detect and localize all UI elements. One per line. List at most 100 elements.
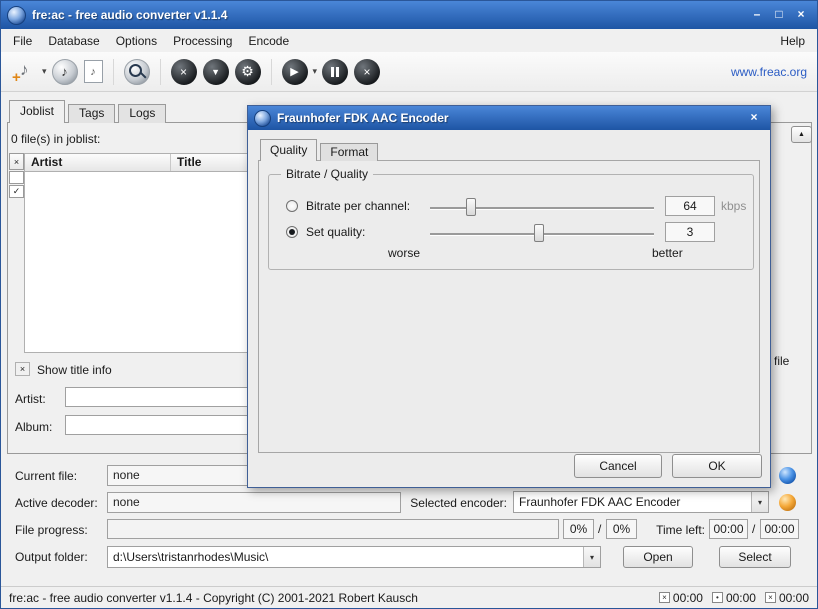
start-encoding-button[interactable]: ▶ xyxy=(282,59,308,85)
output-folder-combobox[interactable]: d:\Users\tristanrhodes\Music\ ▾ xyxy=(107,546,601,568)
close-button[interactable]: × xyxy=(791,7,811,23)
dialog-close-button[interactable]: × xyxy=(744,110,764,126)
status-time-group: × 00:00 xyxy=(659,591,703,605)
app-icon xyxy=(7,6,26,25)
title-bar: fre:ac - free audio converter v1.1.4 – □… xyxy=(1,1,817,29)
dialog-tabstrip: Quality Format xyxy=(260,139,381,161)
status-time-group: • 00:00 xyxy=(712,591,756,605)
pause-encoding-button[interactable] xyxy=(322,59,348,85)
hide-title-info-button[interactable]: × xyxy=(15,362,30,376)
pause-icon xyxy=(331,67,339,77)
active-decoder-label: Active decoder: xyxy=(15,496,98,510)
search-icon xyxy=(129,64,142,77)
open-joblist-button[interactable]: ♪ xyxy=(84,60,103,83)
status-time: 00:00 xyxy=(673,591,703,605)
tab-quality[interactable]: Quality xyxy=(260,139,317,161)
dot-box-icon[interactable]: • xyxy=(712,592,723,603)
menu-bar: File Database Options Processing Encode … xyxy=(1,29,817,52)
cddb-query-button[interactable] xyxy=(124,59,150,85)
time-left-value-1: 00:00 xyxy=(709,519,748,539)
bitrate-label: Bitrate per channel: xyxy=(306,199,410,213)
gear-icon: ⚙ xyxy=(241,63,254,80)
status-time-group: × 00:00 xyxy=(765,591,809,605)
cross-icon: × xyxy=(180,65,187,79)
status-times: × 00:00 • 00:00 × 00:00 xyxy=(659,591,809,605)
toggle-selection-button[interactable]: ✓ xyxy=(9,185,24,198)
bitrate-slider-track[interactable] xyxy=(430,207,654,210)
minimize-button[interactable]: – xyxy=(747,7,767,23)
triangle-down-icon: ▼ xyxy=(211,67,220,77)
menu-file[interactable]: File xyxy=(5,31,40,51)
encoder-config-dialog: Fraunhofer FDK AAC Encoder × Quality For… xyxy=(247,105,771,488)
add-cd-button[interactable]: ♪ xyxy=(52,59,78,85)
dialog-app-icon xyxy=(254,110,271,127)
status-text: fre:ac - free audio converter v1.1.4 - C… xyxy=(9,591,418,605)
progress-percent-2: 0% xyxy=(606,519,637,539)
select-button[interactable]: Select xyxy=(719,546,791,568)
tab-joblist[interactable]: Joblist xyxy=(9,100,65,123)
toolbar-separator xyxy=(160,59,161,85)
time-slash: / xyxy=(752,522,755,536)
menu-help[interactable]: Help xyxy=(772,31,813,51)
settings-button[interactable]: ⚙ xyxy=(235,59,261,85)
x-box-icon[interactable]: × xyxy=(765,592,776,603)
add-files-dropdown[interactable]: ▾ xyxy=(42,66,47,77)
column-artist[interactable]: Artist xyxy=(25,154,171,171)
menu-database[interactable]: Database xyxy=(40,31,107,51)
x-box-icon[interactable]: × xyxy=(659,592,670,603)
album-label: Album: xyxy=(15,420,52,434)
time-left-value-2: 00:00 xyxy=(760,519,799,539)
tab-format[interactable]: Format xyxy=(320,143,378,161)
quality-slider-thumb[interactable] xyxy=(534,224,544,242)
decoder-indicator-icon[interactable] xyxy=(779,467,796,484)
dialog-title: Fraunhofer FDK AAC Encoder xyxy=(277,111,449,125)
cancel-button[interactable]: Cancel xyxy=(574,454,662,478)
freac-website-link[interactable]: www.freac.org xyxy=(731,65,807,79)
status-time: 00:00 xyxy=(726,591,756,605)
time-left-label: Time left: xyxy=(651,523,705,537)
eject-button[interactable]: ▲ xyxy=(791,126,812,143)
select-all-button[interactable]: × xyxy=(9,153,24,170)
output-folder-label: Output folder: xyxy=(15,550,88,564)
selected-encoder-label: Selected encoder: xyxy=(409,496,507,510)
app-window: fre:ac - free audio converter v1.1.4 – □… xyxy=(0,0,818,609)
open-button[interactable]: Open xyxy=(623,546,693,568)
progress-slash: / xyxy=(598,522,601,536)
bitrate-slider-thumb[interactable] xyxy=(466,198,476,216)
menu-processing[interactable]: Processing xyxy=(165,31,240,51)
remove-entries-button[interactable]: × xyxy=(171,59,197,85)
show-title-info-label[interactable]: Show title info xyxy=(37,363,112,377)
tab-logs[interactable]: Logs xyxy=(118,104,166,123)
window-title: fre:ac - free audio converter v1.1.4 xyxy=(32,8,227,22)
bitrate-unit-label: kbps xyxy=(721,199,746,213)
output-folder-value: d:\Users\tristanrhodes\Music\ xyxy=(108,550,583,564)
plus-icon: + xyxy=(12,69,21,86)
stop-encoding-button[interactable]: × xyxy=(354,59,380,85)
chevron-down-icon[interactable]: ▾ xyxy=(583,547,600,567)
progress-percent-1: 0% xyxy=(563,519,594,539)
add-files-button[interactable]: ♪ + xyxy=(13,58,38,85)
quality-radio[interactable] xyxy=(286,226,298,238)
select-none-button[interactable] xyxy=(9,171,24,184)
joblist-count-label: 0 file(s) in joblist: xyxy=(11,132,100,146)
bitrate-value-field[interactable]: 64 xyxy=(665,196,715,216)
toolbar-separator xyxy=(271,59,272,85)
note-icon: ♪ xyxy=(20,60,29,80)
start-encoding-dropdown[interactable]: ▾ xyxy=(313,66,318,77)
ok-button[interactable]: OK xyxy=(672,454,762,478)
clear-joblist-button[interactable]: ▼ xyxy=(203,59,229,85)
file-progress-label: File progress: xyxy=(15,523,88,537)
artist-label: Artist: xyxy=(15,392,46,406)
tab-tags[interactable]: Tags xyxy=(68,104,115,123)
menu-options[interactable]: Options xyxy=(108,31,165,51)
current-file-label: Current file: xyxy=(15,469,77,483)
chevron-down-icon[interactable]: ▾ xyxy=(751,492,768,512)
encoder-combobox[interactable]: Fraunhofer FDK AAC Encoder ▾ xyxy=(513,491,769,513)
menu-encode[interactable]: Encode xyxy=(240,31,297,51)
bitrate-radio[interactable] xyxy=(286,200,298,212)
maximize-button[interactable]: □ xyxy=(769,7,789,23)
main-tabstrip: Joblist Tags Logs xyxy=(9,100,169,123)
encoder-value: Fraunhofer FDK AAC Encoder xyxy=(514,495,751,509)
quality-value-field[interactable]: 3 xyxy=(665,222,715,242)
encoder-indicator-icon[interactable] xyxy=(779,494,796,511)
